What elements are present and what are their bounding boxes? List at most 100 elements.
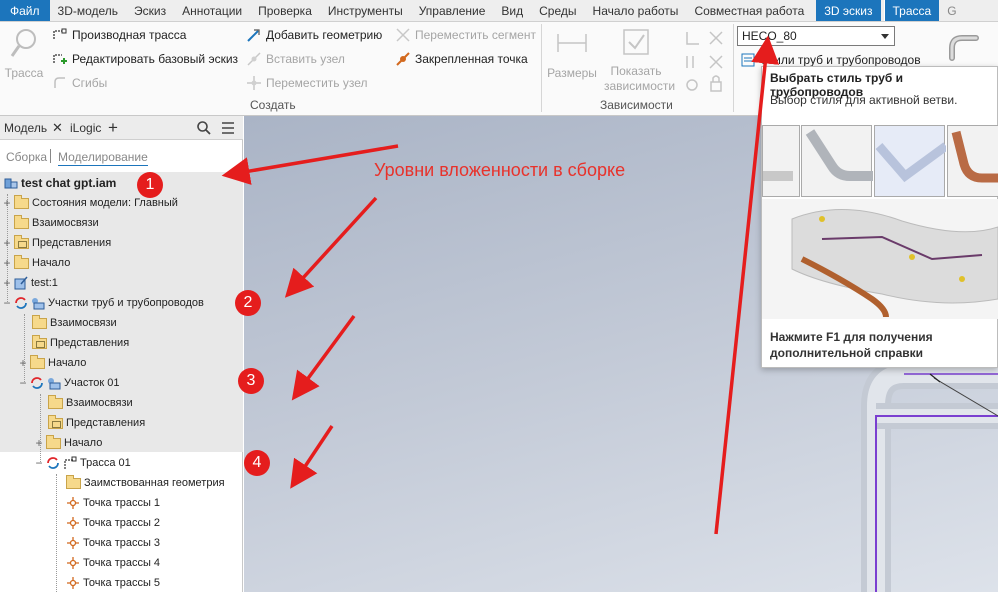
tree-node[interactable]: Представления bbox=[48, 413, 145, 433]
fixed-point-button[interactable]: Закрепленная точка bbox=[395, 51, 528, 67]
tube-style-value: HECO_80 bbox=[742, 29, 797, 43]
tree-node[interactable]: + Начало bbox=[18, 353, 86, 373]
tree-label: Заимствованная геометрия bbox=[84, 477, 225, 489]
dimensions-button[interactable]: Размеры bbox=[546, 26, 598, 81]
collapse-icon[interactable]: − bbox=[2, 296, 12, 310]
search-icon[interactable] bbox=[196, 120, 212, 136]
add-tab-icon[interactable]: + bbox=[108, 118, 118, 138]
menu-get-started[interactable]: Начало работы bbox=[585, 0, 687, 21]
move-segment-button[interactable]: Переместить сегмент bbox=[395, 27, 536, 43]
menu-environments[interactable]: Среды bbox=[531, 0, 584, 21]
tree-node[interactable]: + test:1 bbox=[2, 273, 57, 293]
expand-icon[interactable]: + bbox=[2, 256, 12, 270]
route-point-icon bbox=[67, 497, 79, 509]
tree-node[interactable]: + Начало bbox=[2, 253, 70, 273]
annotation-text: Уровни вложенности в сборке bbox=[374, 160, 626, 180]
menu-annotations[interactable]: Аннотации bbox=[174, 0, 250, 21]
menu-3d-model[interactable]: 3D-модель bbox=[50, 0, 127, 21]
show-constraints-button[interactable]: Показать зависимости bbox=[604, 26, 675, 94]
tree-label: Участки труб и трубопроводов bbox=[48, 297, 204, 309]
route-button[interactable]: Трасса bbox=[4, 26, 44, 81]
tree-node[interactable]: Точка трассы 1 bbox=[66, 493, 160, 513]
tree-node[interactable]: Точка трассы 3 bbox=[66, 533, 160, 553]
tree-node[interactable]: Точка трассы 5 bbox=[66, 573, 160, 592]
derived-route-label: Производная трасса bbox=[72, 28, 187, 42]
tree-label: Состояния модели: Главный bbox=[32, 197, 178, 209]
update-icon bbox=[31, 377, 43, 389]
level-badge-2: 2 bbox=[235, 290, 261, 316]
tooltip-description: Выбор стиля для активной ветви. bbox=[770, 93, 958, 107]
folder-icon bbox=[30, 354, 45, 369]
tree-node[interactable]: Взаимосвязи bbox=[14, 213, 99, 233]
menu-manage[interactable]: Управление bbox=[411, 0, 494, 21]
menu-view[interactable]: Вид bbox=[493, 0, 531, 21]
tree-label: Представления bbox=[50, 337, 130, 349]
menu-file[interactable]: Файл bbox=[0, 0, 50, 21]
tree-label: Представления bbox=[66, 417, 146, 429]
tab-3d-sketch[interactable]: 3D эскиз bbox=[816, 0, 881, 21]
level-badge-3: 3 bbox=[238, 368, 264, 394]
tab-model[interactable]: Модель bbox=[4, 121, 47, 135]
tab-route[interactable]: Трасса bbox=[883, 0, 940, 21]
constraint-icons-grid bbox=[686, 31, 723, 92]
tree-node[interactable]: Представления bbox=[32, 333, 129, 353]
lock-icon bbox=[710, 75, 722, 92]
expand-icon[interactable]: + bbox=[2, 276, 12, 290]
tree-node-route[interactable]: − Трасса 01 bbox=[34, 453, 130, 473]
tree-node[interactable]: + Представления bbox=[2, 233, 111, 253]
browser-tabs: Модель ✕ iLogic + bbox=[0, 116, 243, 140]
edit-base-sketch-button[interactable]: Редактировать базовый эскиз bbox=[52, 51, 238, 67]
tree-label: Взаимосвязи bbox=[32, 217, 99, 229]
insert-node-icon bbox=[247, 52, 261, 66]
tree-node[interactable]: + Начало bbox=[34, 433, 102, 453]
pipe-large-icon bbox=[949, 35, 979, 61]
close-icon[interactable]: ✕ bbox=[52, 120, 63, 136]
tree-label: Точка трассы 4 bbox=[83, 557, 161, 569]
representations-icon bbox=[32, 334, 47, 349]
menu-tools[interactable]: Инструменты bbox=[320, 0, 411, 21]
derived-route-button[interactable]: Производная трасса bbox=[52, 27, 186, 43]
menu-inspect[interactable]: Проверка bbox=[250, 0, 320, 21]
add-geometry-icon bbox=[247, 29, 260, 42]
subtab-modeling[interactable]: Моделирование bbox=[58, 150, 148, 166]
ribbon-separator bbox=[733, 24, 734, 112]
dimensions-label: Размеры bbox=[547, 66, 597, 80]
menu-collaborate[interactable]: Совместная работа bbox=[686, 0, 812, 21]
tree-node[interactable]: Точка трассы 4 bbox=[66, 553, 160, 573]
bends-button[interactable]: Сгибы bbox=[52, 75, 107, 91]
tube-style-dropdown[interactable]: HECO_80 bbox=[737, 26, 895, 46]
menu-icon[interactable] bbox=[221, 121, 235, 135]
chevron-down-icon bbox=[881, 34, 889, 39]
tree-node[interactable]: Заимствованная геометрия bbox=[66, 473, 225, 493]
assembly-icon bbox=[4, 178, 18, 189]
expand-icon[interactable]: + bbox=[18, 356, 28, 370]
update-icon bbox=[15, 297, 27, 309]
derived-route-icon bbox=[53, 28, 67, 39]
add-geometry-button[interactable]: Добавить геометрию bbox=[246, 27, 382, 43]
tree-node[interactable]: Точка трассы 2 bbox=[66, 513, 160, 533]
tree-label: Точка трассы 5 bbox=[83, 577, 161, 589]
tree-node[interactable]: Взаимосвязи bbox=[32, 313, 117, 333]
tab-ilogic[interactable]: iLogic bbox=[70, 121, 101, 135]
move-node-button[interactable]: Переместить узел bbox=[246, 75, 368, 91]
tree-node[interactable]: − Участок 01 bbox=[18, 373, 119, 393]
parallel-icon bbox=[686, 56, 694, 68]
subtab-assembly[interactable]: Сборка bbox=[6, 150, 47, 164]
tree-node[interactable]: Взаимосвязи bbox=[48, 393, 133, 413]
expand-icon[interactable]: + bbox=[2, 236, 12, 250]
show-constraints-icon bbox=[623, 29, 649, 55]
menu-bar: Файл 3D-модель Эскиз Аннотации Проверка … bbox=[0, 0, 998, 22]
menu-sketch[interactable]: Эскиз bbox=[126, 0, 174, 21]
collapse-icon[interactable]: − bbox=[18, 376, 28, 390]
tree-node-root[interactable]: test chat gpt.iam bbox=[4, 173, 116, 193]
folder-icon bbox=[46, 434, 61, 449]
tooltip-hint: Нажмите F1 для получения дополнительной … bbox=[770, 330, 933, 360]
expand-icon[interactable]: + bbox=[2, 196, 12, 210]
collapse-icon[interactable]: − bbox=[34, 456, 44, 470]
menu-overflow[interactable]: G bbox=[939, 0, 964, 21]
expand-icon[interactable]: + bbox=[34, 436, 44, 450]
fixed-point-label: Закрепленная точка bbox=[415, 52, 528, 66]
tree-node[interactable]: − Участки труб и трубопроводов bbox=[2, 293, 204, 313]
tree-label: Взаимосвязи bbox=[50, 317, 117, 329]
insert-node-button[interactable]: Вставить узел bbox=[246, 51, 345, 67]
